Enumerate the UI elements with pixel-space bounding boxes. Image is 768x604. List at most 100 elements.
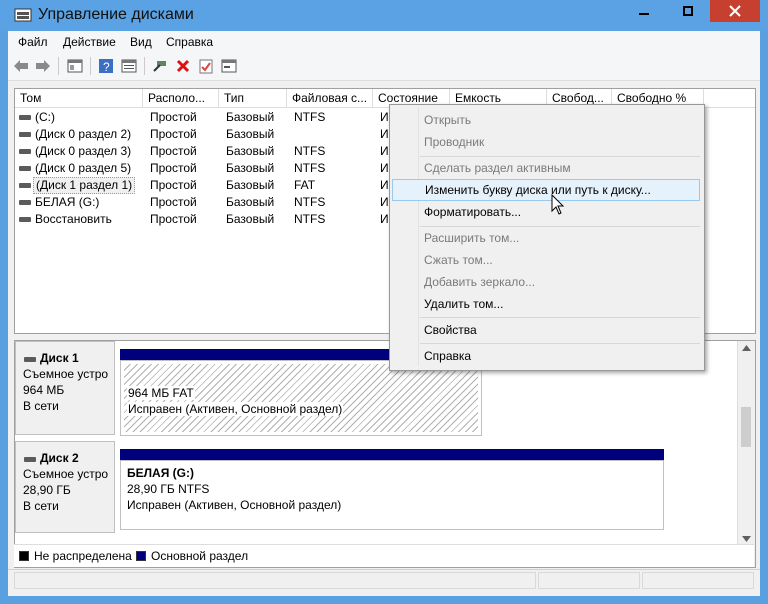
column-header-volume[interactable]: Том — [15, 89, 143, 107]
column-header-type[interactable]: Тип — [219, 89, 287, 107]
delete-icon — [176, 59, 190, 73]
volume-layout: Простой — [150, 144, 197, 158]
menu-view[interactable]: Вид — [130, 35, 152, 49]
console-tree-button[interactable] — [66, 57, 84, 75]
scroll-up-icon[interactable] — [742, 345, 751, 351]
disk-2-label[interactable]: Диск 2 Съемное устро 28,90 ГБ В сети — [15, 441, 115, 533]
disk-size: 964 МБ — [23, 383, 65, 397]
menu-file[interactable]: Файл — [18, 35, 48, 49]
volume-type: Базовый — [226, 110, 275, 124]
volume-type: Базовый — [226, 212, 275, 226]
back-arrow-icon — [14, 60, 28, 72]
column-header-layout[interactable]: Располо... — [143, 89, 219, 107]
disk-1-partition[interactable]: 964 МБ FAT Исправен (Активен, Основной р… — [120, 360, 482, 436]
console-tree-icon — [67, 59, 83, 73]
drive-icon — [19, 166, 31, 171]
checklist-icon — [199, 59, 213, 74]
volume-type: Базовый — [226, 144, 275, 158]
menu-item-mark-active[interactable]: Сделать раздел активным — [392, 157, 700, 179]
scroll-down-icon[interactable] — [742, 536, 751, 542]
rescan-button[interactable] — [220, 57, 238, 75]
menu-item-open[interactable]: Открыть — [392, 109, 700, 131]
menu-separator — [420, 317, 700, 318]
legend: Не распределена Основной раздел — [14, 544, 754, 567]
disk-status: В сети — [23, 499, 59, 513]
disk-1-label[interactable]: Диск 1 Съемное устро 964 МБ В сети — [15, 341, 115, 435]
toolbar-separator — [58, 57, 59, 75]
checklist-button[interactable] — [197, 57, 215, 75]
partition-status: Исправен (Активен, Основной раздел) — [127, 402, 344, 416]
properties-icon — [121, 59, 137, 73]
toolbar-separator — [144, 57, 145, 75]
volume-filesystem: FAT — [294, 178, 316, 192]
properties-button[interactable] — [120, 57, 138, 75]
column-header-filesystem[interactable]: Файловая с... — [287, 89, 373, 107]
partition-size: 964 МБ FAT — [127, 386, 195, 400]
scrollbar-thumb[interactable] — [741, 407, 751, 447]
status-pane — [538, 572, 640, 589]
volume-filesystem: NTFS — [294, 161, 326, 175]
volume-type: Базовый — [226, 127, 275, 141]
volume-filesystem: NTFS — [294, 110, 326, 124]
menu-item-shrink-volume[interactable]: Сжать том... — [392, 249, 700, 271]
volume-status: И — [380, 144, 389, 158]
legend-swatch-unallocated — [19, 551, 29, 561]
menu-item-change-drive-letter[interactable]: Изменить букву диска или путь к диску... — [392, 179, 700, 201]
maximize-icon — [683, 6, 693, 16]
status-bar — [8, 569, 760, 590]
volume-type: Базовый — [226, 161, 275, 175]
volume-filesystem: NTFS — [294, 144, 326, 158]
toolbar: ? — [8, 52, 760, 81]
menu-item-help[interactable]: Справка — [392, 345, 700, 367]
legend-label-primary: Основной раздел — [151, 549, 249, 563]
disk-icon — [24, 457, 36, 462]
menu-separator — [420, 343, 700, 344]
drive-icon — [19, 132, 31, 137]
toolbar-separator — [90, 57, 91, 75]
connect-button[interactable] — [151, 57, 169, 75]
connect-icon — [153, 61, 166, 72]
volume-name: Восстановить — [35, 212, 112, 226]
volume-type: Базовый — [226, 195, 275, 209]
menu-item-format[interactable]: Форматировать... — [392, 201, 700, 223]
volume-layout: Простой — [150, 195, 197, 209]
volume-layout: Простой — [150, 212, 197, 226]
volume-status: И — [380, 127, 389, 141]
volume-layout: Простой — [150, 161, 197, 175]
volume-status: И — [380, 161, 389, 175]
delete-button[interactable] — [174, 57, 192, 75]
maximize-button[interactable] — [666, 0, 710, 22]
forward-button[interactable] — [34, 57, 52, 75]
back-button[interactable] — [12, 57, 30, 75]
vertical-scrollbar[interactable] — [737, 341, 755, 567]
partition-status: Исправен (Активен, Основной раздел) — [127, 498, 342, 512]
volume-layout: Простой — [150, 178, 197, 192]
window-title: Управление дисками — [38, 6, 194, 23]
menu-item-delete-volume[interactable]: Удалить том... — [392, 293, 700, 315]
close-button[interactable] — [710, 0, 760, 22]
help-button[interactable]: ? — [97, 57, 115, 75]
title-bar[interactable]: Управление дисками — [0, 0, 768, 31]
volume-name: (Диск 0 раздел 5) — [35, 161, 132, 175]
disk-management-app-icon — [14, 8, 32, 22]
menu-help[interactable]: Справка — [166, 35, 213, 49]
disk-2-partition[interactable]: БЕЛАЯ (G:) 28,90 ГБ NTFS Исправен (Актив… — [120, 460, 664, 530]
legend-label-unallocated: Не распределена — [34, 549, 132, 563]
legend-swatch-primary — [136, 551, 146, 561]
status-pane — [642, 572, 754, 589]
mouse-cursor-icon — [551, 194, 565, 215]
menu-item-add-mirror[interactable]: Добавить зеркало... — [392, 271, 700, 293]
menu-item-extend-volume[interactable]: Расширить том... — [392, 227, 700, 249]
volume-status: И — [380, 195, 389, 209]
disk-kind: Съемное устро — [23, 367, 109, 381]
menu-item-explorer[interactable]: Проводник — [392, 131, 700, 153]
status-pane — [14, 572, 536, 589]
volume-status: И — [380, 212, 389, 226]
disk-size: 28,90 ГБ — [23, 483, 71, 497]
disk-map[interactable]: Диск 1 Съемное устро 964 МБ В сети 964 М… — [14, 340, 756, 568]
drive-icon — [19, 149, 31, 154]
menu-item-properties[interactable]: Свойства — [392, 319, 700, 341]
menu-action[interactable]: Действие — [63, 35, 116, 49]
minimize-button[interactable] — [622, 0, 666, 22]
drive-icon — [19, 200, 31, 205]
